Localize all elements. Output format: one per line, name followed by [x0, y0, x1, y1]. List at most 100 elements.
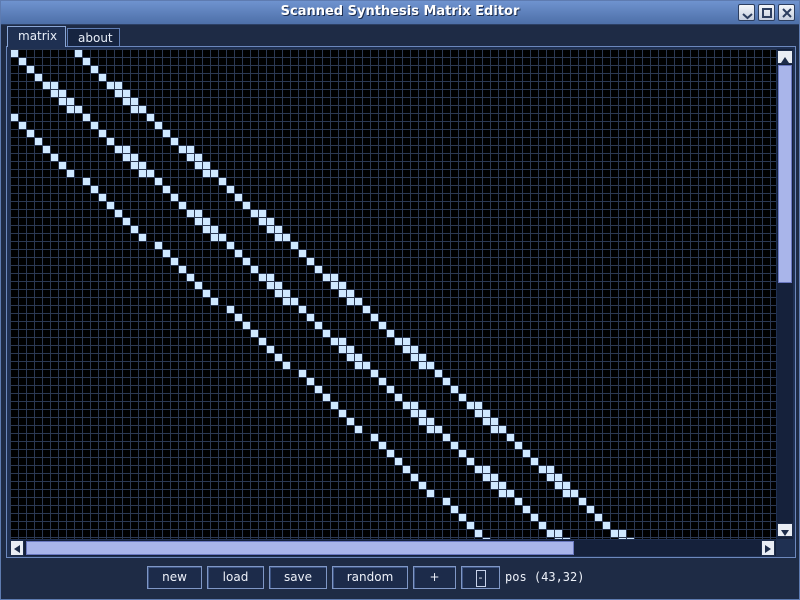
matrix-cell[interactable]	[267, 274, 274, 281]
matrix-cell[interactable]	[523, 450, 530, 457]
load-button[interactable]: load	[207, 566, 264, 589]
matrix-cell[interactable]	[195, 154, 202, 161]
matrix-cell[interactable]	[483, 466, 490, 473]
matrix-cell[interactable]	[395, 338, 402, 345]
matrix-cell[interactable]	[75, 106, 82, 113]
matrix-cell[interactable]	[115, 90, 122, 97]
matrix-cell[interactable]	[211, 234, 218, 241]
minimize-button[interactable]	[738, 4, 755, 21]
matrix-cell[interactable]	[507, 434, 514, 441]
matrix-cell[interactable]	[339, 290, 346, 297]
matrix-cell[interactable]	[195, 210, 202, 217]
matrix-cell[interactable]	[323, 394, 330, 401]
matrix-cell[interactable]	[403, 346, 410, 353]
matrix-cell[interactable]	[339, 346, 346, 353]
matrix-cell[interactable]	[443, 434, 450, 441]
matrix-cell[interactable]	[147, 114, 154, 121]
matrix-cell[interactable]	[355, 362, 362, 369]
matrix-cell[interactable]	[451, 506, 458, 513]
matrix-cell[interactable]	[315, 266, 322, 273]
matrix-cell[interactable]	[131, 106, 138, 113]
matrix-cell[interactable]	[475, 402, 482, 409]
matrix-cell[interactable]	[371, 314, 378, 321]
matrix-cell[interactable]	[419, 362, 426, 369]
matrix-cell[interactable]	[131, 162, 138, 169]
matrix-cell[interactable]	[491, 474, 498, 481]
matrix-cell[interactable]	[267, 346, 274, 353]
matrix-cell[interactable]	[443, 378, 450, 385]
matrix-cell[interactable]	[483, 410, 490, 417]
matrix-cell[interactable]	[563, 482, 570, 489]
matrix-cell[interactable]	[203, 290, 210, 297]
matrix-cell[interactable]	[195, 162, 202, 169]
matrix-cell[interactable]	[483, 538, 490, 539]
matrix-cell[interactable]	[427, 362, 434, 369]
matrix-cell[interactable]	[211, 170, 218, 177]
matrix-grid[interactable]	[10, 49, 776, 539]
matrix-cell[interactable]	[283, 298, 290, 305]
matrix-cell[interactable]	[307, 258, 314, 265]
matrix-cell[interactable]	[491, 426, 498, 433]
matrix-cell[interactable]	[555, 538, 562, 539]
matrix-cell[interactable]	[595, 514, 602, 521]
matrix-cell[interactable]	[451, 386, 458, 393]
matrix-cell[interactable]	[67, 106, 74, 113]
matrix-cell[interactable]	[195, 218, 202, 225]
matrix-cell[interactable]	[51, 90, 58, 97]
matrix-cell[interactable]	[515, 442, 522, 449]
matrix-cell[interactable]	[619, 530, 626, 537]
matrix-cell[interactable]	[611, 530, 618, 537]
save-button[interactable]: save	[269, 566, 327, 589]
matrix-cell[interactable]	[235, 194, 242, 201]
matrix-cell[interactable]	[275, 234, 282, 241]
matrix-cell[interactable]	[323, 274, 330, 281]
matrix-cell[interactable]	[131, 154, 138, 161]
matrix-cell[interactable]	[203, 218, 210, 225]
scroll-right-button[interactable]	[761, 540, 775, 556]
matrix-cell[interactable]	[275, 282, 282, 289]
matrix-cell[interactable]	[11, 114, 18, 121]
matrix-cell[interactable]	[107, 82, 114, 89]
matrix-cell[interactable]	[315, 322, 322, 329]
matrix-cell[interactable]	[315, 386, 322, 393]
matrix-cell[interactable]	[283, 290, 290, 297]
matrix-cell[interactable]	[531, 458, 538, 465]
matrix-cell[interactable]	[307, 378, 314, 385]
matrix-cell[interactable]	[299, 370, 306, 377]
matrix-cell[interactable]	[131, 98, 138, 105]
matrix-cell[interactable]	[403, 402, 410, 409]
matrix-cell[interactable]	[187, 146, 194, 153]
matrix-cell[interactable]	[83, 178, 90, 185]
matrix-cell[interactable]	[547, 466, 554, 473]
matrix-cell[interactable]	[227, 306, 234, 313]
matrix-cell[interactable]	[411, 354, 418, 361]
matrix-cell[interactable]	[35, 74, 42, 81]
matrix-cell[interactable]	[411, 346, 418, 353]
matrix-cell[interactable]	[179, 202, 186, 209]
matrix-cell[interactable]	[259, 218, 266, 225]
scroll-down-button[interactable]	[777, 523, 793, 537]
matrix-cell[interactable]	[443, 498, 450, 505]
matrix-cell[interactable]	[531, 514, 538, 521]
matrix-cell[interactable]	[411, 402, 418, 409]
matrix-cell[interactable]	[475, 530, 482, 537]
matrix-cell[interactable]	[171, 138, 178, 145]
matrix-cell[interactable]	[419, 482, 426, 489]
matrix-cell[interactable]	[331, 402, 338, 409]
matrix-cell[interactable]	[603, 522, 610, 529]
matrix-cell[interactable]	[51, 154, 58, 161]
matrix-cell[interactable]	[131, 226, 138, 233]
matrix-cell[interactable]	[83, 114, 90, 121]
matrix-cell[interactable]	[347, 418, 354, 425]
matrix-cell[interactable]	[251, 330, 258, 337]
matrix-cell[interactable]	[155, 122, 162, 129]
matrix-cell[interactable]	[115, 82, 122, 89]
matrix-cell[interactable]	[243, 202, 250, 209]
matrix-cell[interactable]	[147, 170, 154, 177]
matrix-cell[interactable]	[27, 130, 34, 137]
matrix-cell[interactable]	[323, 330, 330, 337]
matrix-cell[interactable]	[219, 234, 226, 241]
matrix-cell[interactable]	[363, 306, 370, 313]
matrix-cell[interactable]	[155, 242, 162, 249]
matrix-cell[interactable]	[411, 474, 418, 481]
